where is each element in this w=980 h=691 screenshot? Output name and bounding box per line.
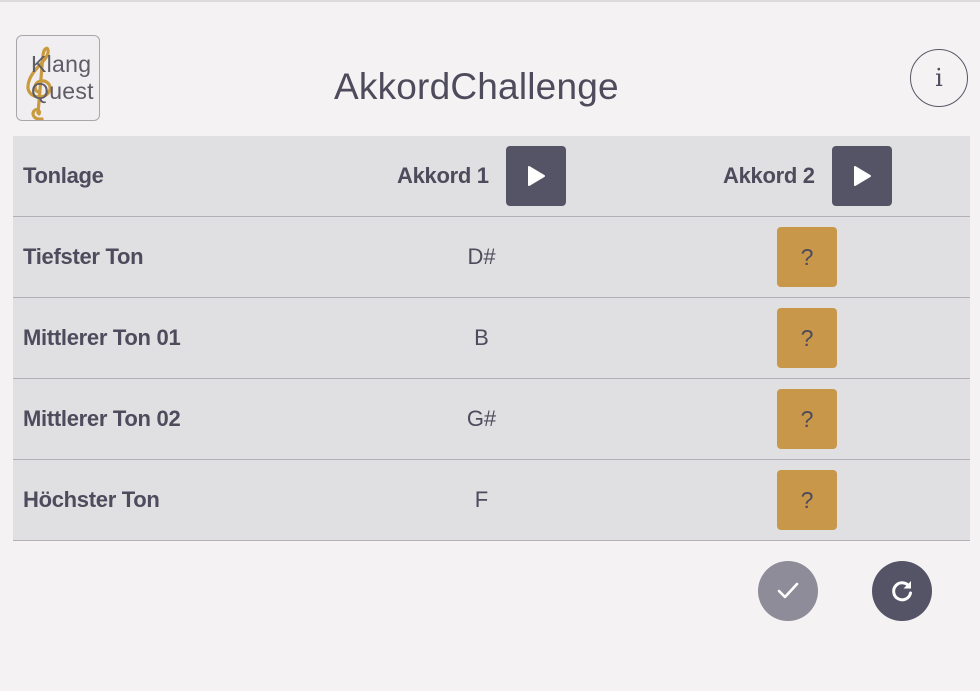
- row-label: Tiefster Ton: [23, 244, 144, 269]
- info-button[interactable]: i: [910, 49, 968, 107]
- table-row: Mittlerer Ton 02 G# ?: [13, 379, 970, 460]
- play-chord1-button[interactable]: [506, 146, 566, 206]
- table-row: Mittlerer Ton 01 B ?: [13, 298, 970, 379]
- chord2-guess-button[interactable]: ?: [777, 308, 837, 368]
- logo-text-quest: Quest: [31, 78, 94, 104]
- klangquest-logo: Klang Quest: [16, 35, 100, 121]
- refresh-icon: [892, 581, 912, 602]
- play-icon: [854, 166, 871, 186]
- chord-table: Tonlage Akkord 1 Akkord 2 Tiefster Ton D…: [13, 136, 970, 541]
- table-row: Tiefster Ton D# ?: [13, 217, 970, 298]
- check-icon: [777, 582, 799, 599]
- chord2-guess-button[interactable]: ?: [777, 227, 837, 287]
- chord1-note: G#: [466, 406, 497, 431]
- column-header-akkord1: Akkord 1: [397, 163, 489, 188]
- column-header-akkord2: Akkord 2: [723, 163, 815, 188]
- table-header-row: Tonlage Akkord 1 Akkord 2: [13, 136, 970, 217]
- info-icon: i: [935, 64, 943, 92]
- page-title: AkkordChallenge: [334, 66, 619, 107]
- table-row: Höchster Ton F ?: [13, 460, 970, 541]
- chord2-guess-button[interactable]: ?: [777, 389, 837, 449]
- logo-text-klang: Klang: [31, 51, 92, 77]
- chord2-guess-button[interactable]: ?: [777, 470, 837, 530]
- play-icon: [528, 166, 545, 186]
- reset-button[interactable]: [872, 561, 932, 621]
- play-chord2-button[interactable]: [832, 146, 892, 206]
- column-header-tonlage: Tonlage: [23, 163, 104, 188]
- chord1-note: F: [474, 487, 489, 512]
- row-label: Höchster Ton: [23, 487, 160, 512]
- row-label: Mittlerer Ton 02: [23, 406, 181, 431]
- top-border: [0, 0, 980, 2]
- chord1-note: D#: [467, 244, 496, 269]
- check-answer-button[interactable]: [758, 561, 818, 621]
- row-label: Mittlerer Ton 01: [23, 325, 181, 350]
- chord1-note: B: [474, 325, 489, 350]
